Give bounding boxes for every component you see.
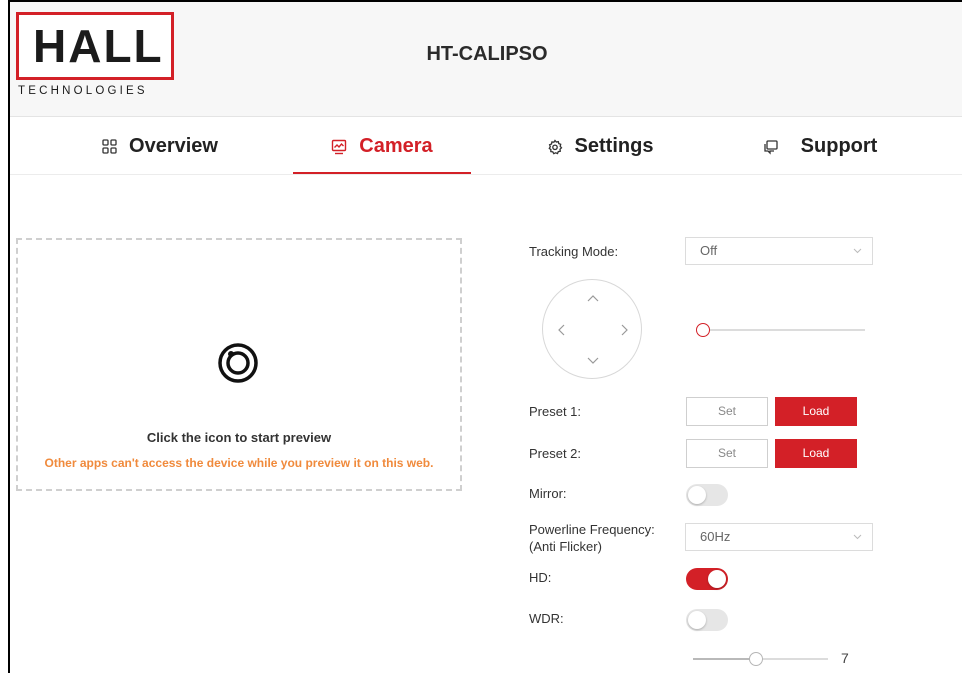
wdr-label: WDR: — [529, 611, 564, 626]
tab-overview[interactable]: Overview — [80, 118, 240, 175]
tab-label: Overview — [129, 135, 218, 157]
preset-2-load-button[interactable]: Load — [775, 439, 857, 468]
tracking-mode-value: Off — [700, 243, 718, 258]
level-slider-thumb[interactable] — [749, 652, 764, 666]
tab-settings[interactable]: Settings — [520, 118, 680, 175]
mirror-label: Mirror: — [529, 486, 567, 501]
pan-up-icon[interactable] — [586, 292, 600, 306]
chevron-down-icon — [853, 248, 862, 254]
pan-down-icon[interactable] — [586, 353, 600, 367]
device-title: HT-CALIPSO — [426, 43, 548, 65]
powerline-frequency-select[interactable]: 60Hz — [685, 523, 873, 551]
wdr-toggle[interactable] — [686, 609, 728, 631]
toggle-knob — [708, 570, 726, 588]
tracking-mode-label: Tracking Mode: — [529, 244, 619, 259]
toggle-knob — [688, 486, 706, 504]
monitor-icon — [331, 139, 347, 155]
zoom-slider-track[interactable] — [700, 329, 865, 331]
mirror-toggle[interactable] — [686, 484, 728, 506]
preset-1-label: Preset 1: — [529, 404, 582, 419]
grid-icon — [102, 139, 117, 154]
header: HALL TECHNOLOGIES HT-CALIPSO — [10, 2, 962, 117]
preset-2-set-button[interactable]: Set — [686, 439, 768, 468]
tab-label: Camera — [359, 135, 433, 157]
level-slider-fill — [693, 658, 757, 660]
hd-label: HD: — [529, 570, 552, 585]
tracking-mode-select[interactable]: Off — [685, 237, 873, 265]
preview-warning: Other apps can't access the device while… — [44, 456, 434, 470]
tab-bar: Overview Camera Settings Support — [10, 118, 962, 175]
zoom-slider-thumb[interactable] — [696, 323, 710, 337]
toggle-knob — [688, 611, 706, 629]
logo-subtitle: TECHNOLOGIES — [18, 85, 148, 97]
preview-instruction: Click the icon to start preview — [146, 430, 332, 445]
chat-icon — [763, 139, 779, 155]
app-frame: HALL TECHNOLOGIES HT-CALIPSO Overview Ca… — [8, 0, 962, 673]
gear-icon — [547, 138, 563, 155]
tab-label: Support — [800, 135, 878, 157]
preset-1-load-button[interactable]: Load — [775, 397, 857, 426]
tab-label: Settings — [574, 135, 654, 157]
active-tab-indicator — [293, 172, 471, 174]
tab-support[interactable]: Support — [740, 118, 900, 175]
powerline-frequency-value: 60Hz — [700, 529, 731, 544]
ptz-joystick — [542, 279, 642, 379]
pan-left-icon[interactable] — [555, 323, 569, 337]
powerline-label-line2: (Anti Flicker) — [529, 539, 602, 554]
pan-right-icon[interactable] — [617, 323, 631, 337]
camera-record-icon[interactable] — [217, 342, 259, 384]
hd-toggle[interactable] — [686, 568, 728, 590]
preset-2-label: Preset 2: — [529, 446, 582, 461]
powerline-label-line1: Powerline Frequency: — [529, 522, 655, 537]
level-slider-value: 7 — [841, 650, 849, 666]
chevron-down-icon — [853, 534, 862, 540]
preset-1-set-button[interactable]: Set — [686, 397, 768, 426]
camera-preview-area: Click the icon to start preview Other ap… — [16, 238, 462, 491]
tab-camera[interactable]: Camera — [293, 118, 471, 175]
